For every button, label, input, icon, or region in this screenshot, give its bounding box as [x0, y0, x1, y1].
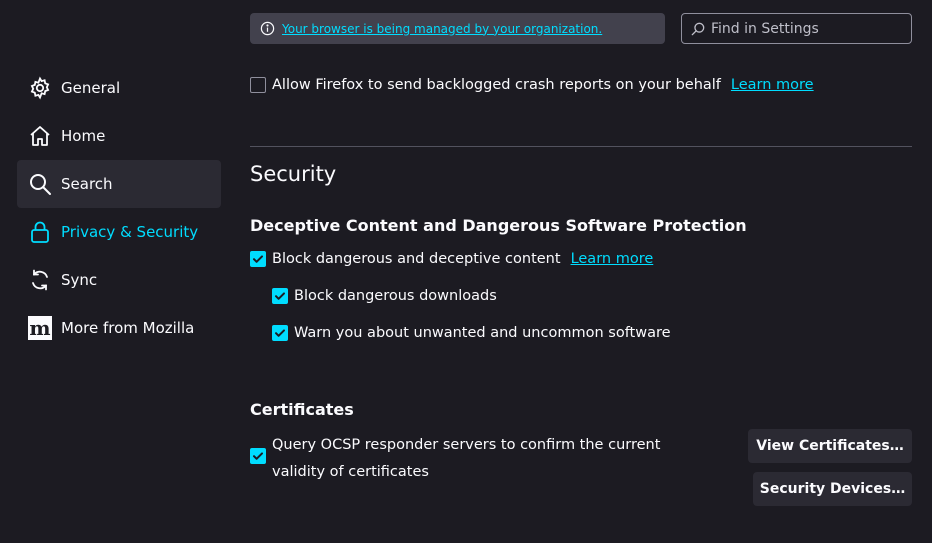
sidebar-item-label: Home — [61, 127, 106, 145]
warn-unwanted-label: Warn you about unwanted and uncommon sof… — [294, 325, 671, 341]
sidebar-item-label: Sync — [61, 271, 98, 289]
block-downloads-checkbox[interactable] — [272, 288, 288, 304]
deceptive-content-heading: Deceptive Content and Dangerous Software… — [250, 216, 747, 235]
security-devices-button[interactable]: Security Devices… — [753, 472, 912, 506]
view-certificates-button[interactable]: View Certificates… — [748, 429, 912, 463]
sidebar: General Home Search Privacy & Security S… — [17, 64, 221, 352]
ocsp-checkbox[interactable] — [250, 448, 266, 464]
sync-icon — [27, 267, 53, 293]
sidebar-item-label: General — [61, 79, 121, 97]
mozilla-logo-icon: m — [28, 316, 52, 340]
warn-unwanted-row: Warn you about unwanted and uncommon sof… — [272, 325, 671, 341]
policy-notice: Your browser is being managed by your or… — [250, 13, 665, 44]
checkmark-icon — [253, 255, 263, 263]
search-icon — [27, 171, 53, 197]
block-content-checkbox[interactable] — [250, 251, 266, 267]
sidebar-item-label: Privacy & Security — [61, 223, 199, 241]
lock-icon — [27, 219, 53, 245]
gear-icon — [27, 75, 53, 101]
crash-reports-learn-more-link[interactable]: Learn more — [731, 77, 814, 93]
sidebar-item-general[interactable]: General — [17, 64, 221, 112]
security-title: Security — [250, 162, 337, 186]
policy-notice-link[interactable]: Your browser is being managed by your or… — [282, 22, 602, 36]
info-icon — [260, 21, 275, 36]
certificates-heading: Certificates — [250, 400, 354, 419]
crash-reports-checkbox[interactable] — [250, 77, 266, 93]
ocsp-label: Query OCSP responder servers to confirm … — [272, 437, 661, 480]
block-downloads-label: Block dangerous downloads — [294, 288, 497, 304]
block-downloads-row: Block dangerous downloads — [272, 288, 497, 304]
sidebar-item-more-from-mozilla[interactable]: m More from Mozilla — [17, 304, 221, 352]
search-icon — [691, 22, 705, 35]
home-icon — [27, 123, 53, 149]
sidebar-item-label: More from Mozilla — [61, 319, 195, 337]
sidebar-item-label: Search — [61, 175, 113, 193]
checkmark-icon — [275, 292, 285, 300]
sidebar-item-search[interactable]: Search — [17, 160, 221, 208]
sidebar-item-sync[interactable]: Sync — [17, 256, 221, 304]
block-content-row: Block dangerous and deceptive content Le… — [250, 251, 653, 267]
sidebar-item-privacy-security[interactable]: Privacy & Security — [17, 208, 221, 256]
checkmark-icon — [253, 452, 263, 460]
sidebar-item-home[interactable]: Home — [17, 112, 221, 160]
find-in-settings[interactable] — [681, 13, 912, 44]
warn-unwanted-checkbox[interactable] — [272, 325, 288, 341]
block-content-learn-more-link[interactable]: Learn more — [571, 251, 654, 267]
block-content-label: Block dangerous and deceptive content — [272, 251, 561, 267]
crash-reports-label: Allow Firefox to send backlogged crash r… — [272, 77, 721, 93]
checkmark-icon — [275, 329, 285, 337]
section-divider — [250, 146, 912, 147]
search-input[interactable] — [711, 20, 901, 37]
crash-reports-row: Allow Firefox to send backlogged crash r… — [250, 77, 814, 93]
